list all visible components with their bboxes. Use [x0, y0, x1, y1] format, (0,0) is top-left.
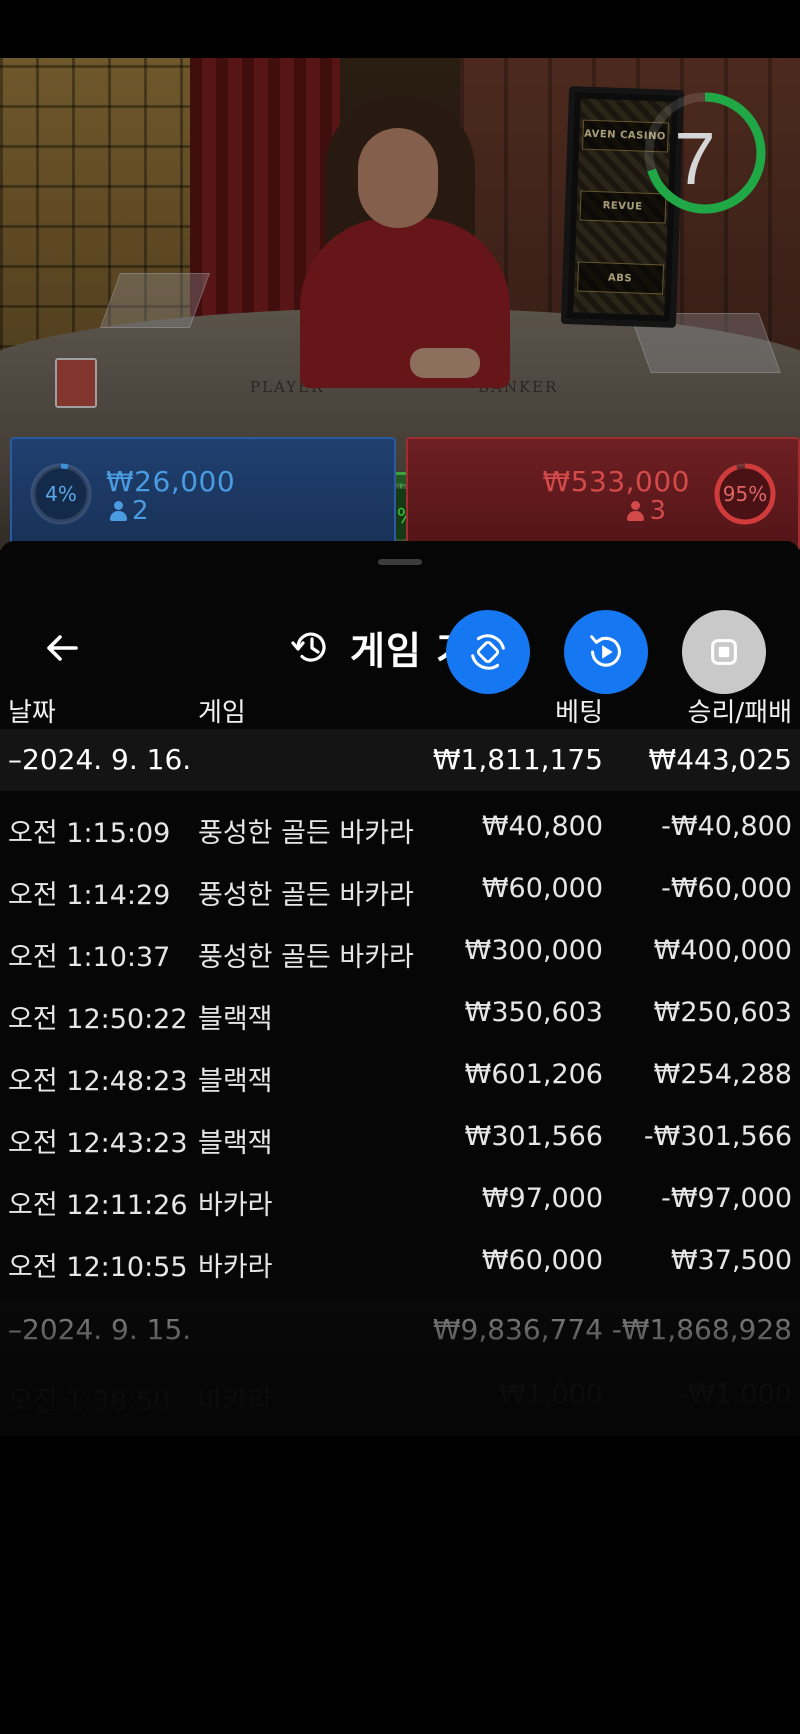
table-row[interactable]: 오전 12:43:23 블랙잭 ₩301,566 -₩301,566: [0, 1107, 800, 1169]
row-game: 바카라: [198, 1252, 273, 1283]
date-group-header[interactable]: –2024. 9. 16. ₩1,811,175 ₩443,025: [0, 729, 800, 791]
group-date: –2024. 9. 15.: [8, 1313, 192, 1346]
replay-play-icon: [590, 635, 621, 667]
banker-bettor-count: 3: [627, 496, 666, 526]
row-time: 오전 12:10:55: [8, 1252, 188, 1283]
sheet-grabber[interactable]: [378, 559, 422, 565]
group-date: –2024. 9. 16.: [8, 743, 192, 776]
row-bet: ₩40,800: [481, 811, 603, 842]
col-game: 게임: [198, 698, 246, 728]
date-group-header[interactable]: –2024. 9. 15. ₩9,836,774 -₩1,868,928: [0, 1299, 800, 1361]
row-result: ₩250,603: [653, 997, 792, 1028]
col-date: 날짜: [8, 698, 56, 728]
table-row[interactable]: 오전 12:50:22 블랙잭 ₩350,603 ₩250,603: [0, 983, 800, 1045]
row-time: 오전 12:50:22: [8, 1004, 188, 1035]
player-percent: 4%: [45, 482, 77, 506]
person-icon: [110, 501, 127, 521]
row-result: ₩37,500: [670, 1245, 792, 1276]
row-bet: ₩1,000: [499, 1379, 603, 1410]
table-row[interactable]: 오전 1:10:37 풍성한 골든 바카라 ₩300,000 ₩400,000: [0, 921, 800, 983]
row-time: 오전 1:10:37: [8, 942, 171, 973]
row-result: -₩1,000: [678, 1379, 792, 1410]
row-result: -₩40,800: [661, 811, 792, 842]
screen-rotate-icon: [471, 634, 505, 670]
banker-bet-bar[interactable]: ₩533,000 3 95%: [406, 437, 800, 550]
row-time: 오전 1:38:50: [8, 1386, 171, 1417]
row-game: 블랙잭: [198, 1004, 273, 1035]
player-bet-amount: ₩26,000: [106, 465, 236, 498]
player-bettor-count: 2: [110, 496, 149, 526]
row-time: 오전 1:14:29: [8, 880, 171, 911]
table-row[interactable]: 오전 1:15:09 풍성한 골든 바카라 ₩40,800 -₩40,800: [0, 797, 800, 859]
table-row[interactable]: 오전 1:38:50 바카라 ₩1,000 -₩1,000: [0, 1365, 800, 1427]
back-button[interactable]: [40, 626, 84, 670]
group-bet-total: ₩1,811,175: [432, 743, 603, 776]
row-game: 풍성한 골든 바카라: [198, 880, 414, 911]
group-bet-total: ₩9,836,774: [432, 1313, 603, 1346]
row-bet: ₩300,000: [464, 935, 603, 966]
row-time: 오전 1:15:09: [8, 818, 171, 849]
banker-bet-amount: ₩533,000: [542, 465, 690, 498]
col-bet: 베팅: [555, 698, 603, 728]
row-bet: ₩60,000: [481, 873, 603, 904]
row-bet: ₩350,603: [464, 997, 603, 1028]
row-game: 블랙잭: [198, 1128, 273, 1159]
countdown-number: 7: [674, 117, 716, 200]
row-result: -₩301,566: [643, 1121, 792, 1152]
replay-button[interactable]: [564, 610, 648, 694]
group-result-total: -₩1,868,928: [611, 1313, 792, 1346]
row-time: 오전 12:48:23: [8, 1066, 188, 1097]
group-result-total: ₩443,025: [648, 743, 792, 776]
row-result: ₩254,288: [653, 1059, 792, 1090]
row-game: 블랙잭: [198, 1066, 273, 1097]
arrow-left-icon: [47, 635, 78, 661]
game-history-sheet: 게임 기록 날짜 게임 베팅 승리/패배 –2024. 9. 16. ₩1,81…: [0, 541, 800, 1436]
player-count-value: 2: [132, 496, 149, 526]
row-time: 오전 12:11:26: [8, 1190, 188, 1221]
table-row[interactable]: 오전 1:14:29 풍성한 골든 바카라 ₩60,000 -₩60,000: [0, 859, 800, 921]
banker-count-value: 3: [649, 496, 666, 526]
row-bet: ₩301,566: [464, 1121, 603, 1152]
person-icon: [627, 501, 645, 521]
rotate-screen-button[interactable]: [446, 610, 530, 694]
table-row[interactable]: 오전 12:48:23 블랙잭 ₩601,206 ₩254,288: [0, 1045, 800, 1107]
row-game: 바카라: [198, 1386, 273, 1417]
stop-recording-icon: [711, 639, 737, 665]
table-row[interactable]: 오전 12:11:26 바카라 ₩97,000 -₩97,000: [0, 1169, 800, 1231]
row-bet: ₩97,000: [481, 1183, 603, 1214]
row-time: 오전 12:43:23: [8, 1128, 188, 1159]
col-result: 승리/패배: [687, 698, 792, 728]
player-bet-bar[interactable]: 4% ₩26,000 2: [10, 437, 396, 550]
row-bet: ₩60,000: [481, 1245, 603, 1276]
row-result: -₩97,000: [661, 1183, 792, 1214]
row-game: 풍성한 골든 바카라: [198, 818, 414, 849]
row-game: 바카라: [198, 1190, 273, 1221]
history-icon: [291, 632, 326, 662]
banker-percent: 95%: [722, 482, 768, 506]
row-bet: ₩601,206: [464, 1059, 603, 1090]
row-game: 풍성한 골든 바카라: [198, 942, 414, 973]
table-row[interactable]: 오전 12:10:55 바카라 ₩60,000 ₩37,500: [0, 1231, 800, 1293]
row-result: -₩60,000: [661, 873, 792, 904]
row-result: ₩400,000: [653, 935, 792, 966]
stop-recording-button[interactable]: [682, 610, 766, 694]
